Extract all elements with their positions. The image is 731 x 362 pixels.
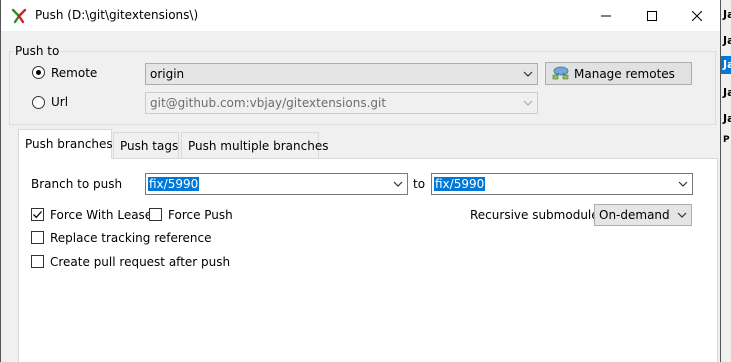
maximize-icon bbox=[647, 10, 657, 21]
chevron-down-icon bbox=[523, 100, 533, 106]
background-row: Ja bbox=[723, 86, 731, 99]
push-dialog: Push (D:\git\gitextensions\) Push to Rem… bbox=[0, 0, 721, 362]
replace-tracking-checkbox[interactable] bbox=[31, 231, 44, 244]
background-row: P bbox=[723, 135, 730, 145]
close-button[interactable] bbox=[674, 0, 720, 31]
minimize-icon bbox=[601, 15, 611, 16]
background-window bbox=[721, 0, 731, 362]
chevron-down-icon bbox=[678, 181, 688, 187]
remote-label: Remote bbox=[51, 66, 98, 80]
remote-branch-select-value: fix/5990 bbox=[434, 177, 486, 191]
force-with-lease-checkbox[interactable] bbox=[31, 208, 44, 221]
checkmark-icon bbox=[33, 211, 42, 219]
create-pull-request-checkbox[interactable] bbox=[31, 255, 44, 268]
push-to-group-label: Push to bbox=[13, 44, 62, 58]
remote-radio[interactable] bbox=[32, 66, 45, 79]
url-label: Url bbox=[51, 95, 69, 109]
branch-select-value: fix/5990 bbox=[148, 177, 200, 191]
remote-select-value: origin bbox=[150, 67, 185, 81]
chevron-down-icon bbox=[523, 71, 533, 77]
tab-push-tags[interactable]: Push tags bbox=[113, 132, 179, 158]
remote-branch-select[interactable]: fix/5990 bbox=[431, 173, 693, 195]
tab-label: Push branches bbox=[25, 137, 113, 151]
url-radio[interactable] bbox=[32, 96, 45, 109]
tab-label: Push tags bbox=[120, 139, 179, 153]
minimize-button[interactable] bbox=[583, 0, 629, 31]
window-title: Push (D:\git\gitextensions\) bbox=[35, 8, 199, 22]
tab-push-branches[interactable]: Push branches bbox=[18, 129, 113, 159]
url-select-value: git@github.com:vbjay/gitextensions.git bbox=[150, 96, 387, 110]
background-row-selected: Ja bbox=[721, 56, 731, 74]
title-bar: Push (D:\git\gitextensions\) bbox=[1, 0, 720, 31]
remotes-network-icon bbox=[552, 66, 569, 80]
recursive-submodules-label: Recursive submodules bbox=[470, 208, 605, 222]
tab-push-multiple-branches[interactable]: Push multiple branches bbox=[181, 132, 328, 158]
manage-remotes-button[interactable]: Manage remotes bbox=[545, 62, 692, 85]
chevron-down-icon bbox=[677, 212, 687, 218]
replace-tracking-label: Replace tracking reference bbox=[50, 231, 212, 245]
force-push-checkbox[interactable] bbox=[149, 208, 162, 221]
maximize-button[interactable] bbox=[629, 0, 675, 31]
force-push-label: Force Push bbox=[168, 208, 233, 222]
recursive-submodules-value: On-demand bbox=[599, 208, 670, 222]
force-with-lease-label: Force With Lease bbox=[50, 208, 153, 222]
git-extensions-logo-icon bbox=[11, 8, 27, 24]
recursive-submodules-select[interactable]: On-demand bbox=[594, 204, 692, 226]
chevron-down-icon bbox=[393, 181, 403, 187]
remote-select[interactable]: origin bbox=[145, 63, 538, 85]
background-row: Ja bbox=[723, 34, 731, 47]
tab-label: Push multiple branches bbox=[188, 139, 329, 153]
branch-to-push-label: Branch to push bbox=[31, 177, 123, 191]
create-pull-request-label: Create pull request after push bbox=[50, 255, 231, 269]
branch-select[interactable]: fix/5990 bbox=[145, 173, 408, 195]
background-row: Ja bbox=[723, 112, 731, 125]
to-label: to bbox=[413, 177, 426, 191]
radio-selected-dot bbox=[36, 70, 41, 75]
background-row: Ja bbox=[723, 8, 731, 21]
close-icon bbox=[692, 10, 702, 21]
url-select[interactable]: git@github.com:vbjay/gitextensions.git bbox=[145, 92, 538, 114]
manage-remotes-label: Manage remotes bbox=[574, 67, 675, 81]
